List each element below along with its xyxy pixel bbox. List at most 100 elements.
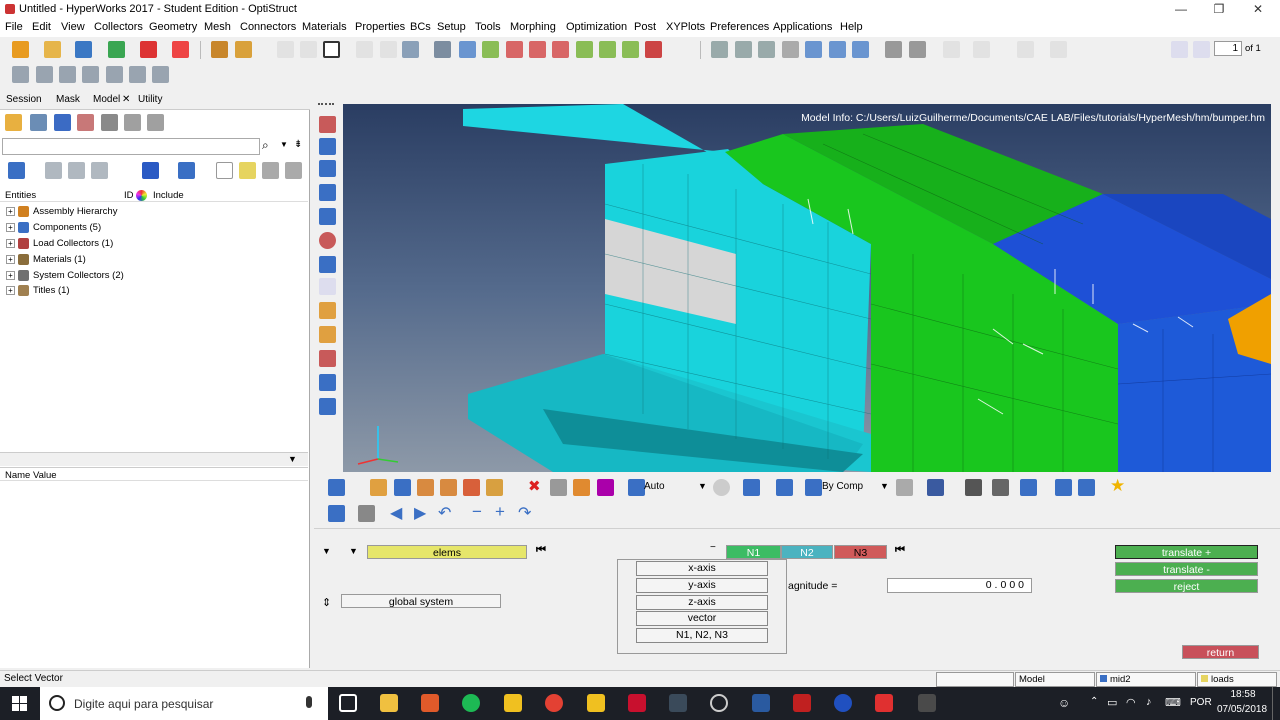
display-icon[interactable]: [573, 479, 590, 496]
dropdown-item-z-axis[interactable]: z-axis: [636, 595, 768, 610]
view-icon[interactable]: [328, 505, 345, 522]
id-column[interactable]: ID: [124, 190, 134, 201]
magnitude-input[interactable]: 0.000: [887, 578, 1032, 593]
star-icon[interactable]: ★: [1110, 476, 1125, 496]
menu-setup[interactable]: Setup: [437, 21, 466, 33]
export-solver-icon[interactable]: [172, 41, 189, 58]
clock-time[interactable]: 18:58: [1222, 689, 1264, 700]
status-loads[interactable]: loads: [1197, 672, 1277, 687]
expand-icon[interactable]: +: [6, 207, 15, 216]
display-icon[interactable]: [550, 479, 567, 496]
splitter[interactable]: ▼: [0, 452, 308, 466]
minimize-button[interactable]: —: [1163, 1, 1199, 18]
tool-icon[interactable]: [319, 350, 336, 367]
browser-tool-icon[interactable]: [77, 114, 94, 131]
display-icon[interactable]: [927, 479, 944, 496]
zoom-icon[interactable]: [434, 41, 451, 58]
display-icon[interactable]: [486, 479, 503, 496]
pin-icon[interactable]: ⇟: [294, 139, 302, 150]
app-icon[interactable]: [421, 694, 439, 712]
menu-post[interactable]: Post: [634, 21, 656, 33]
transform-icon[interactable]: [482, 41, 499, 58]
display-icon[interactable]: [992, 479, 1009, 496]
tab-model-close-icon[interactable]: ✕: [122, 94, 130, 105]
arrows-icon[interactable]: [829, 41, 846, 58]
reject-button[interactable]: reject: [1115, 579, 1258, 593]
menu-optimization[interactable]: Optimization: [566, 21, 627, 33]
tree-item-assembly-hierarchy[interactable]: + Assembly Hierarchy: [6, 206, 117, 217]
volume-icon[interactable]: ♪: [1146, 696, 1152, 708]
undo-icon[interactable]: ↶: [438, 503, 451, 523]
tool-icon[interactable]: [59, 66, 76, 83]
tree-item-components[interactable]: + Components (5): [6, 222, 101, 233]
menu-view[interactable]: View: [61, 21, 85, 33]
chevron-down-icon[interactable]: ▼: [349, 546, 358, 556]
file-explorer-icon[interactable]: [380, 694, 398, 712]
browser-tool-icon[interactable]: [101, 114, 118, 131]
delete-icon[interactable]: ✖: [528, 477, 541, 495]
translate-minus-button[interactable]: translate -: [1115, 562, 1258, 576]
display-icon[interactable]: [1020, 479, 1037, 496]
user-profile-icon[interactable]: [211, 41, 228, 58]
view-icon[interactable]: [178, 162, 195, 179]
redo-icon[interactable]: ↷: [518, 503, 531, 523]
spotify-icon[interactable]: [462, 694, 480, 712]
n1-button[interactable]: N1: [726, 545, 781, 559]
folder-icon[interactable]: [5, 114, 22, 131]
tree-item-titles[interactable]: + Titles (1): [6, 285, 70, 296]
color-mode-select[interactable]: Auto: [644, 481, 665, 492]
tool-icon[interactable]: [106, 66, 123, 83]
menu-edit[interactable]: Edit: [32, 21, 51, 33]
import-icon[interactable]: [108, 41, 125, 58]
tree-item-load-collectors[interactable]: + Load Collectors (1): [6, 238, 113, 249]
tool-icon[interactable]: [129, 66, 146, 83]
plus-icon[interactable]: +: [495, 502, 505, 522]
tab-model[interactable]: Model: [93, 94, 120, 105]
microphone-icon[interactable]: [306, 696, 312, 708]
view-icon[interactable]: [68, 162, 85, 179]
chevron-down-icon[interactable]: ▼: [280, 140, 288, 149]
transform-icon[interactable]: [576, 41, 593, 58]
view-icon[interactable]: [328, 479, 345, 496]
tool-icon[interactable]: [319, 160, 336, 177]
n3-button[interactable]: N3: [834, 545, 887, 559]
app-icon[interactable]: [875, 694, 893, 712]
tool-icon[interactable]: [319, 302, 336, 319]
dropdown-item-vector[interactable]: vector: [636, 611, 768, 626]
arrow-left-icon[interactable]: ◀: [390, 503, 402, 523]
window-icon[interactable]: [323, 41, 340, 58]
keyboard-icon[interactable]: ⌨: [1165, 696, 1181, 709]
tool-icon[interactable]: [319, 398, 336, 415]
model-browser-icon[interactable]: [235, 41, 252, 58]
show-desktop-button[interactable]: [1272, 687, 1273, 720]
arrow-right-icon[interactable]: ▶: [414, 503, 426, 523]
display-icon[interactable]: [440, 479, 457, 496]
fit-icon[interactable]: [711, 41, 728, 58]
menu-help[interactable]: Help: [840, 21, 863, 33]
tool-icon[interactable]: [319, 232, 336, 249]
tree-item-system-collectors[interactable]: + System Collectors (2): [6, 270, 124, 281]
arrows-icon[interactable]: [805, 41, 822, 58]
solidworks-icon[interactable]: [628, 694, 646, 712]
chrome-icon[interactable]: [545, 694, 563, 712]
tool-icon[interactable]: [319, 138, 336, 155]
color-icon[interactable]: [628, 479, 645, 496]
tool-icon[interactable]: [319, 256, 336, 273]
display-icon[interactable]: [394, 479, 411, 496]
transform-icon[interactable]: [529, 41, 546, 58]
menu-properties[interactable]: Properties: [355, 21, 405, 33]
eye-icon[interactable]: [262, 162, 279, 179]
display-icon[interactable]: [1078, 479, 1095, 496]
return-button[interactable]: return: [1182, 645, 1259, 659]
search-icon[interactable]: ⌕: [262, 138, 269, 153]
expand-icon[interactable]: +: [6, 239, 15, 248]
expand-icon[interactable]: +: [6, 255, 15, 264]
pan-icon[interactable]: [782, 41, 799, 58]
view-icon[interactable]: [142, 162, 159, 179]
menu-bcs[interactable]: BCs: [410, 21, 431, 33]
menu-preferences[interactable]: Preferences: [710, 21, 769, 33]
menu-connectors[interactable]: Connectors: [240, 21, 296, 33]
app-icon[interactable]: [918, 694, 936, 712]
menu-applications[interactable]: Applications: [773, 21, 832, 33]
expand-icon[interactable]: +: [6, 271, 15, 280]
